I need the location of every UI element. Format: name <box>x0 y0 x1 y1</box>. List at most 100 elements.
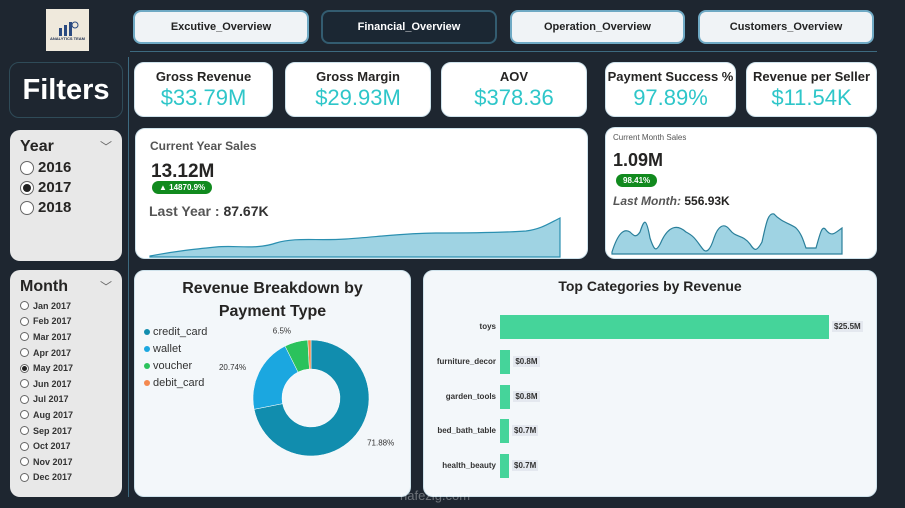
data-label: $0.8M <box>513 391 540 402</box>
radio-button[interactable] <box>20 363 29 373</box>
tab-financial-overview[interactable]: Financial_Overview <box>321 10 497 44</box>
radio-button[interactable] <box>20 180 34 195</box>
category-label: furniture_decor <box>436 357 496 366</box>
radio-button[interactable] <box>20 160 34 175</box>
option-label: Feb 2017 <box>33 316 72 327</box>
divider <box>130 51 877 52</box>
bar-toys[interactable] <box>500 315 829 339</box>
month-option[interactable]: Feb 2017 <box>20 314 112 330</box>
kpi-card: Payment Success % 97.89% <box>605 62 736 117</box>
kpi-card: Gross Margin $29.93M <box>285 62 431 117</box>
chevron-down-icon[interactable]: ﹀ <box>100 138 112 155</box>
option-label: Oct 2017 <box>33 441 71 452</box>
radio-button[interactable] <box>20 441 29 451</box>
month-option[interactable]: Jan 2017 <box>20 298 112 314</box>
radio-button[interactable] <box>20 457 29 467</box>
data-label: 20.74% <box>219 363 246 372</box>
year-option[interactable]: 2016 <box>20 159 112 176</box>
month-option[interactable]: Mar 2017 <box>20 329 112 345</box>
analytics-team-logo: ANALYTICS TEAM <box>46 9 89 51</box>
data-label: $0.7M <box>512 460 539 471</box>
top-categories-chart-card: Top Categories by Revenue toys $25.5M furn… <box>423 270 877 497</box>
filters-title: Filters <box>9 62 123 118</box>
option-label: Nov 2017 <box>33 456 73 467</box>
chevron-down-icon[interactable]: ﹀ <box>100 278 112 295</box>
month-option[interactable]: Nov 2017 <box>20 454 112 470</box>
radio-button[interactable] <box>20 200 34 215</box>
month-option[interactable]: Oct 2017 <box>20 438 112 454</box>
radio-button[interactable] <box>20 410 29 420</box>
data-label: $25.5M <box>832 321 863 332</box>
radio-button[interactable] <box>20 332 29 342</box>
month-slicer: Month ﹀ Jan 2017 Feb 2017 Mar 2017 Apr 2017… <box>10 270 122 497</box>
kpi-card: Gross Revenue $33.79M <box>134 62 273 117</box>
data-label: $0.8M <box>513 356 540 367</box>
radio-button[interactable] <box>20 472 29 482</box>
month-option[interactable]: Sep 2017 <box>20 423 112 439</box>
data-label: 71.88% <box>367 438 394 447</box>
option-label: 2017 <box>38 179 72 196</box>
kpi-title: Payment Success % <box>607 69 734 84</box>
divider <box>128 57 129 497</box>
tab-customers-overview[interactable]: Customers_Overview <box>698 10 874 44</box>
chart-title: Top Categories by Revenue <box>558 278 742 294</box>
radio-button[interactable] <box>20 316 29 326</box>
kpi-title: Gross Margin <box>316 69 400 84</box>
month-option[interactable]: Aug 2017 <box>20 407 112 423</box>
year-option[interactable]: 2018 <box>20 199 112 216</box>
kpi-card: Revenue per Seller $11.54K <box>746 62 877 117</box>
category-label: health_beauty <box>442 461 496 470</box>
month-sparkline <box>611 213 843 255</box>
payment-type-chart-card: Revenue Breakdown by Payment Type credit… <box>134 270 411 497</box>
radio-button[interactable] <box>20 301 29 311</box>
bar-health_beauty[interactable] <box>500 454 510 478</box>
month-option[interactable]: Dec 2017 <box>20 470 112 486</box>
option-label: Jun 2017 <box>33 378 72 389</box>
radio-button[interactable] <box>20 379 29 389</box>
kpi-card: AOV $378.36 <box>441 62 587 117</box>
tab-operation-overview[interactable]: Operation_Overview <box>510 10 685 44</box>
data-label: $0.7M <box>512 425 539 436</box>
month-option[interactable]: Jul 2017 <box>20 392 112 408</box>
option-label: Dec 2017 <box>33 472 73 483</box>
radio-button[interactable] <box>20 426 29 436</box>
bar-garden_tools[interactable] <box>500 385 511 409</box>
option-label: Mar 2017 <box>33 331 72 342</box>
current-month-sales-card: Current Month Sales 1.09M 98.41% Last Mo… <box>605 127 877 259</box>
current-year-sales-card: Current Year Sales 13.12M ▲ 14870.9% Las… <box>135 128 588 259</box>
kpi-title: Revenue per Seller <box>752 69 871 84</box>
bar-chart-icon <box>58 21 78 36</box>
data-label: 6.5% <box>273 326 291 335</box>
option-label: Jan 2017 <box>33 300 72 311</box>
option-label: 2016 <box>38 159 72 176</box>
option-label: May 2017 <box>33 363 74 374</box>
option-label: Sep 2017 <box>33 425 73 436</box>
kpi-value: $33.79M <box>160 85 247 110</box>
year-slicer: Year ﹀ 2016 2017 2018 <box>10 130 122 261</box>
bar-bed_bath_table[interactable] <box>500 419 510 443</box>
kpi-value: $29.93M <box>315 85 401 110</box>
year-slicer-title: Year <box>20 138 54 155</box>
bar-furniture_decor[interactable] <box>500 350 511 374</box>
radio-button[interactable] <box>20 348 29 358</box>
month-option[interactable]: Jun 2017 <box>20 376 112 392</box>
donut-chart: 71.88% 20.74% 6.5% <box>219 326 394 457</box>
category-label: toys <box>479 322 496 331</box>
month-option[interactable]: May 2017 <box>20 360 112 376</box>
category-label: garden_tools <box>445 392 496 401</box>
kpi-title: AOV <box>499 69 529 84</box>
kpi-value: $378.36 <box>474 85 554 110</box>
kpi-value: 97.89% <box>633 85 708 110</box>
kpi-value: $11.54K <box>771 85 852 110</box>
option-label: Apr 2017 <box>33 347 72 358</box>
kpi-title: Gross Revenue <box>155 69 252 84</box>
option-label: Jul 2017 <box>33 394 69 405</box>
radio-button[interactable] <box>20 394 29 404</box>
category-label: bed_bath_table <box>437 426 496 435</box>
year-sparkline <box>149 217 561 258</box>
month-option[interactable]: Apr 2017 <box>20 345 112 361</box>
year-option[interactable]: 2017 <box>20 179 112 196</box>
option-label: 2018 <box>38 199 72 216</box>
tab-executive-overview[interactable]: Excutive_Overview <box>133 10 309 44</box>
month-slicer-title: Month <box>20 278 68 295</box>
